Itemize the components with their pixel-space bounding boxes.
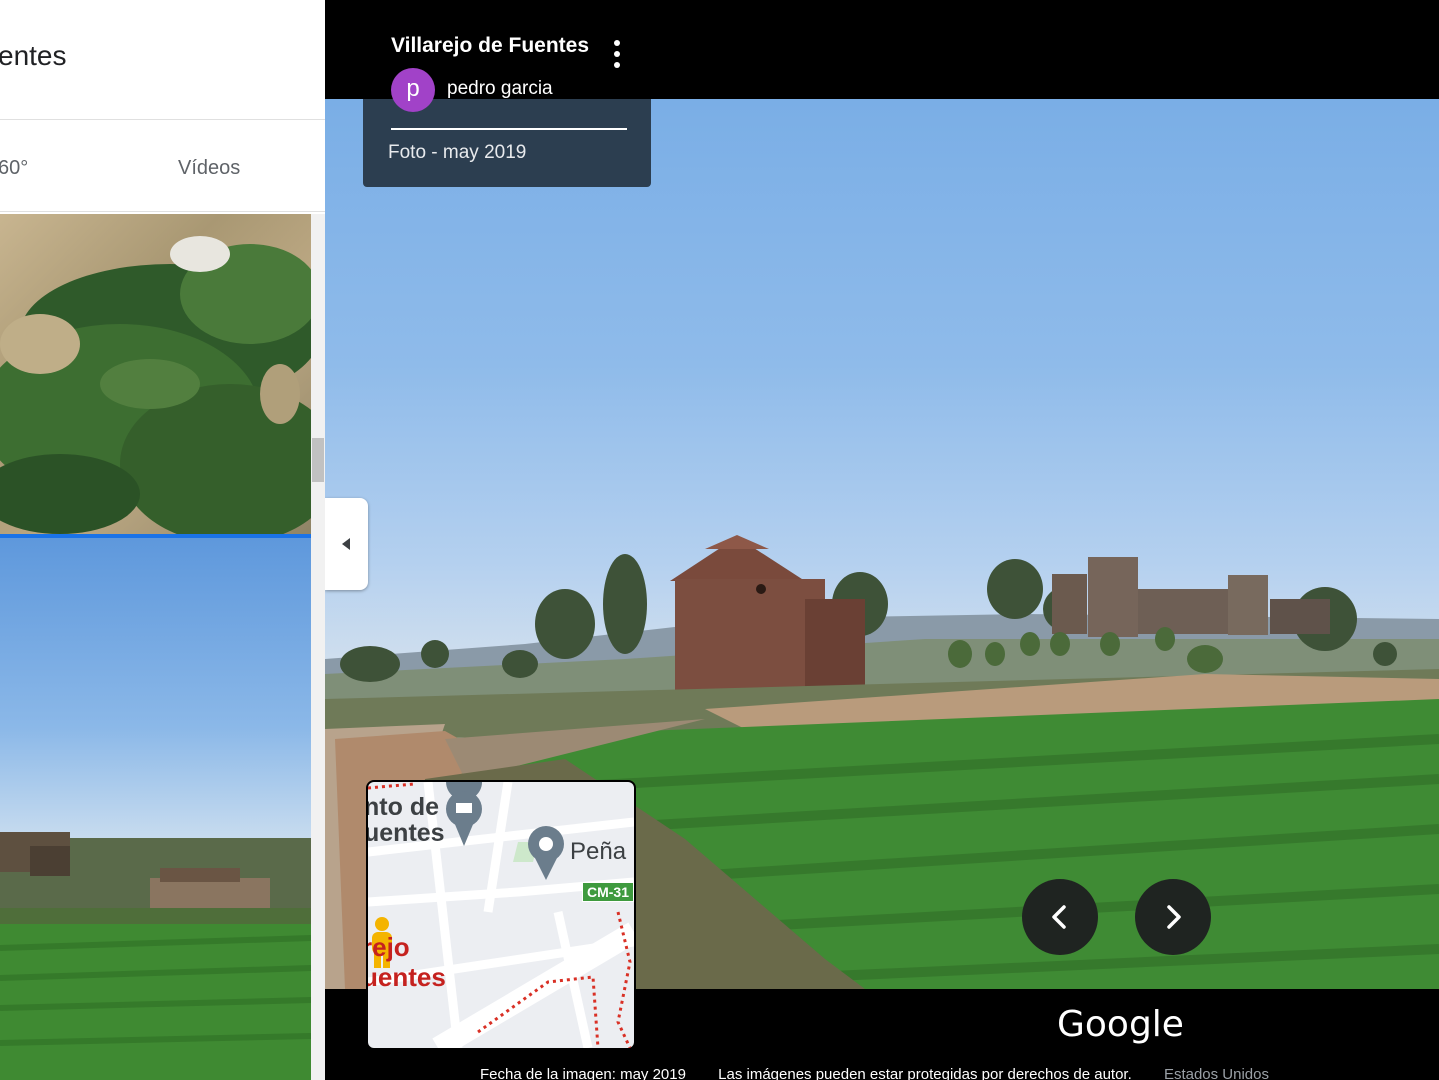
photo-info-card: Villarejo de Fuentes p pedro garcia Foto… [363, 0, 651, 187]
chevron-left-icon [1052, 905, 1066, 929]
divider [0, 119, 325, 120]
more-options-icon[interactable] [609, 38, 625, 72]
photo-viewer[interactable]: Villarejo de Fuentes p pedro garcia Foto… [325, 0, 1439, 1080]
photo-thumbnail-landscape[interactable] [0, 538, 311, 1080]
scrollbar-thumb[interactable] [312, 438, 324, 482]
divider [391, 128, 627, 130]
tab-360[interactable]: 60° [0, 157, 28, 180]
side-panel: entes 60° Vídeos [0, 0, 325, 1080]
photo-thumbnail-tree[interactable] [0, 214, 311, 534]
author-name[interactable]: pedro garcia [447, 78, 553, 100]
place-title: entes [0, 40, 67, 71]
avatar[interactable]: p [391, 68, 435, 112]
previous-photo-button[interactable] [1022, 879, 1098, 955]
caret-left-icon [342, 538, 350, 550]
collapse-panel-button[interactable] [325, 498, 368, 590]
footer: Fecha de la imagen: may 2019 Las imágene… [480, 1066, 1297, 1080]
map-place-label: Peña [570, 838, 627, 865]
image-date: Fecha de la imagen: may 2019 [480, 1066, 686, 1080]
tree-photo [0, 236, 311, 534]
photo-date: Foto - may 2019 [388, 142, 527, 163]
google-logo: Google [1057, 1004, 1184, 1045]
divider [0, 211, 325, 212]
road-badge: CM-31 [582, 882, 634, 902]
chevron-right-icon [1167, 905, 1181, 929]
tab-videos[interactable]: Vídeos [178, 157, 240, 180]
country-link[interactable]: Estados Unidos [1164, 1066, 1269, 1080]
landscape-photo [0, 832, 311, 1080]
place-name: Villarejo de Fuentes [391, 34, 590, 57]
scrollbar[interactable] [311, 214, 325, 1080]
copyright-notice[interactable]: Las imágenes pueden estar protegidas por… [718, 1066, 1132, 1080]
next-photo-button[interactable] [1135, 879, 1211, 955]
minimap[interactable]: nto de uentes Peña CM-31 rejo uentes [366, 780, 636, 1050]
map-town-label: rejo uentes [366, 932, 446, 992]
map-place-label: nto de uentes [366, 793, 445, 847]
